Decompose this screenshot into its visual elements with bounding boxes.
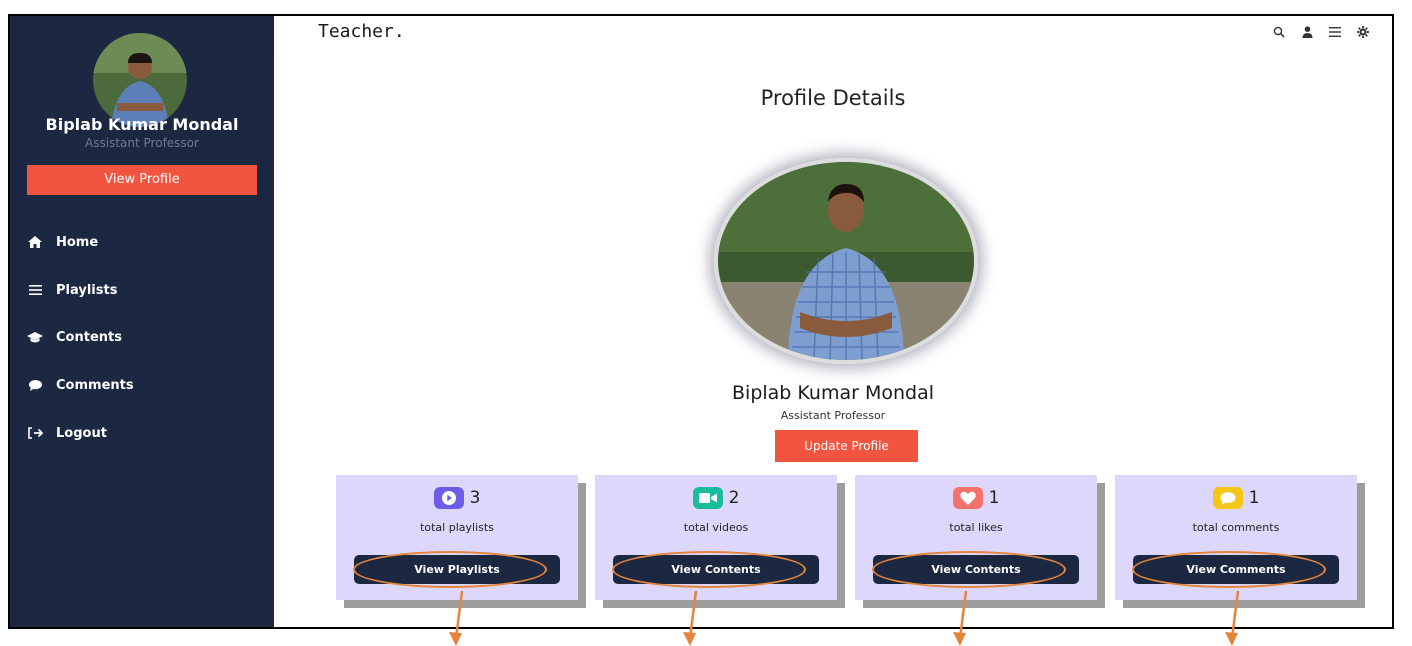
sidebar-item-playlists[interactable]: Playlists — [26, 278, 117, 302]
stat-card-videos: 2 total videos View Contents — [595, 475, 845, 608]
stat-label: total playlists — [420, 521, 494, 534]
sidebar-item-comments[interactable]: Comments — [26, 373, 134, 397]
top-icons — [1272, 25, 1370, 39]
stat-row: 3 — [336, 487, 578, 509]
stat-row: 1 — [1115, 487, 1357, 509]
stat-card-playlists: 3 total playlists View Playlists — [336, 475, 586, 608]
stat-count: 1 — [988, 488, 1000, 508]
comment-icon — [26, 378, 44, 392]
page-title: Profile Details — [760, 86, 906, 110]
card-body: 3 total playlists View Playlists — [336, 475, 578, 600]
stat-label: total likes — [949, 521, 1003, 534]
profile-main: Profile Details Biplab Kumar Mondal Assi… — [274, 52, 1392, 627]
stat-count: 3 — [469, 488, 481, 508]
stat-label: total videos — [683, 521, 749, 534]
video-camera-icon — [692, 487, 723, 509]
view-profile-button[interactable]: View Profile — [27, 165, 257, 195]
card-body: 1 total comments View Comments — [1115, 475, 1357, 600]
app-window: Biplab Kumar Mondal Assistant Professor … — [8, 14, 1394, 629]
profile-photo — [714, 158, 978, 364]
stat-row: 2 — [595, 487, 837, 509]
profile-name: Biplab Kumar Mondal — [732, 382, 934, 404]
sidebar-user-role: Assistant Professor — [85, 136, 199, 150]
sidebar-item-label: Contents — [56, 329, 122, 345]
card-body: 1 total likes View Contents — [855, 475, 1097, 600]
sidebar-item-home[interactable]: Home — [26, 230, 98, 254]
sidebar-item-label: Comments — [56, 377, 134, 393]
stat-card-likes: 1 total likes View Contents — [855, 475, 1105, 608]
annotation-ellipse — [612, 551, 806, 588]
stat-row: 1 — [855, 487, 1097, 509]
home-icon — [26, 235, 44, 249]
sidebar-item-label: Playlists — [56, 282, 118, 298]
bars-icon — [26, 283, 44, 297]
sidebar-item-logout[interactable]: Logout — [26, 421, 107, 445]
graduation-cap-icon — [26, 330, 44, 344]
update-profile-button[interactable]: Update Profile — [775, 430, 918, 462]
stat-count: 1 — [1248, 488, 1260, 508]
play-icon — [433, 487, 464, 509]
sidebar-avatar — [93, 33, 187, 127]
comment-icon — [1212, 487, 1243, 509]
user-icon[interactable] — [1300, 25, 1314, 39]
sidebar-item-label: Logout — [56, 425, 107, 441]
annotation-ellipse — [872, 551, 1066, 588]
card-body: 2 total videos View Contents — [595, 475, 837, 600]
sidebar-item-contents[interactable]: Contents — [26, 325, 122, 349]
logout-icon — [26, 426, 44, 440]
annotation-ellipse — [1132, 551, 1326, 588]
profile-role: Assistant Professor — [780, 409, 886, 422]
brand-logo[interactable]: Teacher. — [318, 21, 405, 42]
sidebar: Biplab Kumar Mondal Assistant Professor … — [10, 16, 274, 627]
settings-icon[interactable] — [1356, 25, 1370, 39]
menu-icon[interactable] — [1328, 25, 1342, 39]
sidebar-user-name: Biplab Kumar Mondal — [45, 115, 239, 134]
heart-icon — [952, 487, 983, 509]
stat-label: total comments — [1192, 521, 1280, 534]
sidebar-item-label: Home — [56, 234, 99, 250]
stat-card-comments: 1 total comments View Comments — [1115, 475, 1365, 608]
annotation-ellipse — [353, 551, 547, 588]
search-icon[interactable] — [1272, 25, 1286, 39]
top-bar: Teacher. — [274, 16, 1392, 52]
stat-count: 2 — [728, 488, 740, 508]
